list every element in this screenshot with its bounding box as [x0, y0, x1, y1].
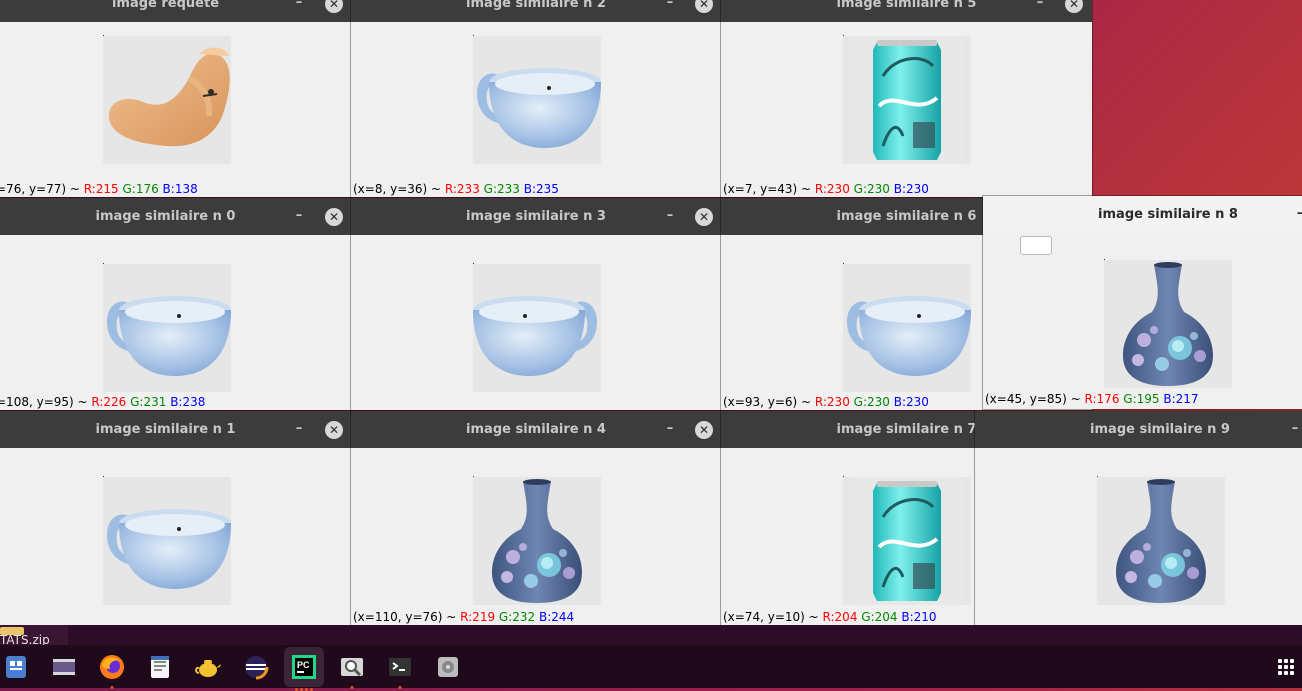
window-title: image similaire n 9 — [1090, 422, 1230, 437]
window-titlebar[interactable]: image similaire n 7 — [721, 411, 975, 448]
window-titlebar[interactable]: image requete – ✕ — [0, 0, 351, 22]
result-image — [473, 264, 601, 392]
video-icon[interactable] — [48, 651, 80, 683]
svg-text:PC: PC — [297, 660, 310, 670]
result-image — [1104, 260, 1232, 388]
desktop-strip — [0, 625, 1302, 645]
window-image-requete[interactable]: image requete – ✕ =76, y=77) ~ R:215 G:1… — [0, 0, 351, 197]
minimize-icon[interactable]: – — [663, 411, 677, 448]
pixel-status: =76, y=77) ~ R:215 G:176 B:138 — [0, 182, 198, 196]
result-image — [103, 264, 231, 392]
text-editor-icon[interactable] — [144, 651, 176, 683]
window-image-similaire-n7[interactable]: image similaire n 7 (x=74, y=10) ~ R:204… — [721, 411, 975, 625]
desktop: { "windows": { "requete": {"title":"imag… — [0, 0, 1302, 691]
pixel-status: (x=74, y=10) ~ R:204 G:204 B:210 — [723, 610, 937, 624]
pixel-status: (x=110, y=76) ~ R:219 G:232 B:244 — [353, 610, 575, 624]
window-titlebar[interactable]: image similaire n 4 – ✕ — [351, 411, 721, 448]
window-titlebar[interactable]: image similaire n 9 – — [975, 411, 1302, 448]
show-applications-icon[interactable] — [1278, 659, 1294, 675]
dock: PC — [0, 645, 1302, 691]
window-titlebar[interactable]: image similaire n 8 – — [983, 196, 1302, 233]
close-icon[interactable]: ✕ — [695, 208, 713, 226]
minimize-icon[interactable]: – — [663, 0, 677, 22]
zip-file-icon[interactable]: TATS.zip — [0, 625, 68, 645]
window-title: image similaire n 8 — [1098, 207, 1238, 222]
minimize-icon[interactable]: – — [1293, 196, 1302, 233]
firefox-icon[interactable] — [96, 651, 128, 689]
minimize-icon[interactable]: – — [1288, 411, 1302, 448]
toolbar-button[interactable] — [1020, 236, 1052, 255]
window-titlebar[interactable]: image similaire n 3 – ✕ — [351, 198, 721, 235]
window-image-similaire-n9[interactable]: image similaire n 9 – — [975, 411, 1302, 625]
window-image-similaire-n0[interactable]: image similaire n 0 – ✕ =108, y=95) ~ R:… — [0, 198, 351, 410]
close-icon[interactable]: ✕ — [695, 421, 713, 439]
minimize-icon[interactable]: – — [663, 198, 677, 235]
terminal-icon[interactable] — [384, 651, 416, 689]
zip-file-label: TATS.zip — [0, 633, 50, 645]
result-image — [473, 36, 601, 164]
query-image — [103, 36, 231, 164]
minimize-icon[interactable]: – — [1033, 0, 1047, 22]
pixel-status: (x=45, y=85) ~ R:176 G:195 B:217 — [985, 392, 1199, 406]
window-image-similaire-n1[interactable]: image similaire n 1 – ✕ — [0, 411, 351, 625]
files-icon[interactable] — [0, 651, 32, 683]
result-image — [473, 477, 601, 605]
pixel-status: (x=8, y=36) ~ R:233 G:233 B:235 — [353, 182, 559, 196]
minimize-icon[interactable]: – — [292, 411, 306, 448]
window-titlebar[interactable]: image similaire n 1 – ✕ — [0, 411, 351, 448]
window-titlebar[interactable]: image similaire n 2 – ✕ — [351, 0, 721, 22]
close-icon[interactable]: ✕ — [325, 421, 343, 439]
window-image-similaire-n3[interactable]: image similaire n 3 – ✕ — [351, 198, 721, 410]
pycharm-icon[interactable]: PC — [284, 647, 324, 691]
pixel-status: =108, y=95) ~ R:226 G:231 B:238 — [0, 395, 206, 409]
result-image — [103, 477, 231, 605]
window-titlebar[interactable]: image similaire n 0 – ✕ — [0, 198, 351, 235]
minimize-icon[interactable]: – — [292, 0, 306, 22]
result-image — [843, 477, 971, 605]
result-image — [843, 264, 971, 392]
close-icon[interactable]: ✕ — [325, 208, 343, 226]
window-image-similaire-n2[interactable]: image similaire n 2 – ✕ (x=8, y=36) ~ R:… — [351, 0, 721, 197]
pixel-status: (x=7, y=43) ~ R:230 G:230 B:230 — [723, 182, 929, 196]
result-image — [1097, 477, 1225, 605]
window-image-similaire-n8[interactable]: image similaire n 8 – (x=45, y=85) ~ R:1… — [983, 196, 1302, 409]
window-title: image similaire n 7 — [836, 422, 975, 437]
pixel-status: (x=93, y=6) ~ R:230 G:230 B:230 — [723, 395, 929, 409]
disk-icon[interactable] — [432, 651, 464, 683]
eclipse-icon[interactable] — [240, 651, 272, 683]
image-viewer-icon[interactable] — [336, 651, 368, 689]
minimize-icon[interactable]: – — [292, 198, 306, 235]
result-image — [843, 36, 971, 164]
teapot-icon[interactable] — [192, 651, 224, 683]
window-image-similaire-n4[interactable]: image similaire n 4 – ✕ (x=110, y=76) ~ … — [351, 411, 721, 625]
window-image-similaire-n5[interactable]: image similaire n 5 – ✕ (x=7, y=43) ~ R:… — [721, 0, 1092, 197]
window-titlebar[interactable]: image similaire n 5 – ✕ — [721, 0, 1092, 22]
